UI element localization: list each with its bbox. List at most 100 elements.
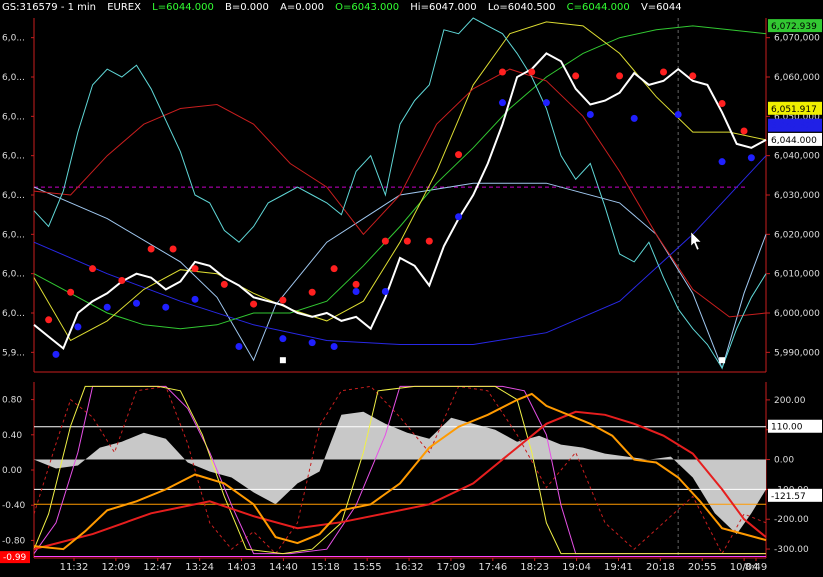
price-right-tick-label: 6,030,000	[774, 191, 820, 201]
swing-low-dot	[542, 99, 550, 107]
swing-high-dot	[191, 265, 199, 273]
price-series-yellow-curve	[33, 21, 767, 342]
osc-badge-label: 110.00	[771, 423, 803, 433]
swing-high-dot	[89, 265, 97, 273]
price-left-tick-label: 6,0...	[2, 191, 25, 201]
swing-high-dot	[455, 151, 463, 159]
swing-low-dot	[381, 287, 389, 295]
price-right-tick-label: 6,020,000	[774, 230, 820, 240]
swing-low-dot	[352, 287, 360, 295]
white-square-marker	[719, 357, 726, 364]
swing-high-dot	[425, 237, 433, 245]
osc-right-tick-label: -300.00	[774, 545, 809, 555]
price-left-tick-label: 6,0...	[2, 230, 25, 240]
swing-low-dot	[330, 343, 338, 351]
swing-high-dot	[308, 288, 316, 296]
swing-high-dot	[250, 300, 258, 308]
price-series-red-ma	[33, 68, 767, 318]
x-axis-label: 20:18	[646, 562, 675, 573]
swing-high-dot	[169, 245, 177, 253]
price-badge-label: 6,044.000	[771, 136, 817, 146]
swing-high-dot	[45, 316, 53, 324]
x-axis-label: 12:47	[143, 562, 172, 573]
swing-high-dot	[403, 237, 411, 245]
swing-low-dot	[674, 110, 682, 118]
swing-low-dot	[103, 303, 111, 311]
osc-left-tick-label: 0.00	[2, 466, 22, 476]
swing-high-dot	[498, 68, 506, 76]
x-axis-label: 14:40	[269, 562, 298, 573]
swing-high-dot	[381, 237, 389, 245]
x-axis-label: 17:46	[478, 562, 507, 573]
swing-low-dot	[718, 158, 726, 166]
x-axis-label: 12:09	[101, 562, 130, 573]
price-left-tick-label: 6,0...	[2, 112, 25, 122]
osc-left-tick-label: -0.80	[2, 536, 26, 546]
price-left-tick-label: 6,0...	[2, 309, 25, 319]
swing-high-dot	[330, 265, 338, 273]
osc-series-stoch-yellow	[33, 385, 766, 555]
x-axis-label: 19:41	[604, 562, 633, 573]
swing-high-dot	[528, 68, 536, 76]
swing-low-dot	[586, 110, 594, 118]
price-right-tick-label: 5,990,000	[774, 348, 820, 358]
x-axis-label: 19:04	[562, 562, 591, 573]
swing-high-dot	[572, 72, 580, 80]
osc-left-tick-label: -0.40	[2, 501, 26, 511]
swing-low-dot	[162, 303, 170, 311]
osc-badge-label: -121.57	[771, 492, 806, 502]
x-axis-label: 15:18	[311, 562, 340, 573]
price-right-tick-label: 6,040,000	[774, 152, 820, 162]
trading-chart: 6,070,0006,0...6,060,0006,0...6,050,0006…	[0, 17, 822, 573]
price-left-tick-label: 6,0...	[2, 270, 25, 280]
x-axis-label: 15:55	[353, 562, 382, 573]
price-badge-label: 6,072.939	[771, 22, 817, 32]
swing-high-dot	[279, 296, 287, 304]
swing-low-dot	[132, 299, 140, 307]
x-axis-label: 13:24	[185, 562, 214, 573]
swing-high-dot	[220, 280, 228, 288]
swing-low-dot	[279, 335, 287, 343]
swing-low-dot	[235, 343, 243, 351]
white-square-marker	[279, 357, 286, 364]
swing-low-dot	[191, 295, 199, 303]
x-axis-label: 8:49	[745, 562, 767, 573]
swing-high-dot	[616, 72, 624, 80]
x-axis-label: 16:32	[395, 562, 424, 573]
mouse-cursor-icon	[690, 231, 702, 251]
price-left-tick-label: 5,9...	[2, 348, 25, 358]
osc-left-tick-label: 0.80	[2, 396, 22, 406]
price-right-tick-label: 6,010,000	[774, 270, 820, 280]
swing-low-dot	[52, 350, 60, 358]
swing-low-dot	[74, 323, 82, 331]
price-left-tick-label: 6,0...	[2, 34, 25, 44]
x-axis-label: 11:32	[60, 562, 89, 573]
swing-low-dot	[308, 339, 316, 347]
osc-left-tick-label: 0.40	[2, 431, 22, 441]
osc-left-badge-label: -0.99	[3, 553, 27, 563]
price-left-tick-label: 6,0...	[2, 73, 25, 83]
osc-series-dashed-red	[33, 385, 767, 555]
swing-low-dot	[630, 114, 638, 122]
x-axis-label: 14:03	[227, 562, 256, 573]
osc-right-tick-label: 0.00	[774, 456, 794, 466]
price-series-blue-line	[33, 155, 767, 345]
osc-right-tick-label: -200.00	[774, 515, 809, 525]
swing-high-dot	[352, 280, 360, 288]
swing-high-dot	[740, 127, 748, 135]
swing-high-dot	[689, 72, 697, 80]
swing-high-dot	[660, 68, 668, 76]
price-series-cyan	[33, 17, 767, 370]
x-axis-label: 18:23	[520, 562, 549, 573]
osc-series-stoch-magenta	[33, 385, 766, 555]
x-axis-label: 17:09	[437, 562, 466, 573]
price-right-tick-label: 6,070,000	[774, 34, 820, 44]
swing-high-dot	[147, 245, 155, 253]
price-right-tick-label: 6,060,000	[774, 73, 820, 83]
swing-low-dot	[498, 99, 506, 107]
price-badge-label: 6,051.917	[771, 105, 817, 115]
x-axis-label: 20:55	[688, 562, 717, 573]
osc-right-tick-label: 200.00	[774, 396, 806, 406]
price-right-tick-label: 6,000,000	[774, 309, 820, 319]
osc-series-orange-osc	[33, 392, 767, 551]
